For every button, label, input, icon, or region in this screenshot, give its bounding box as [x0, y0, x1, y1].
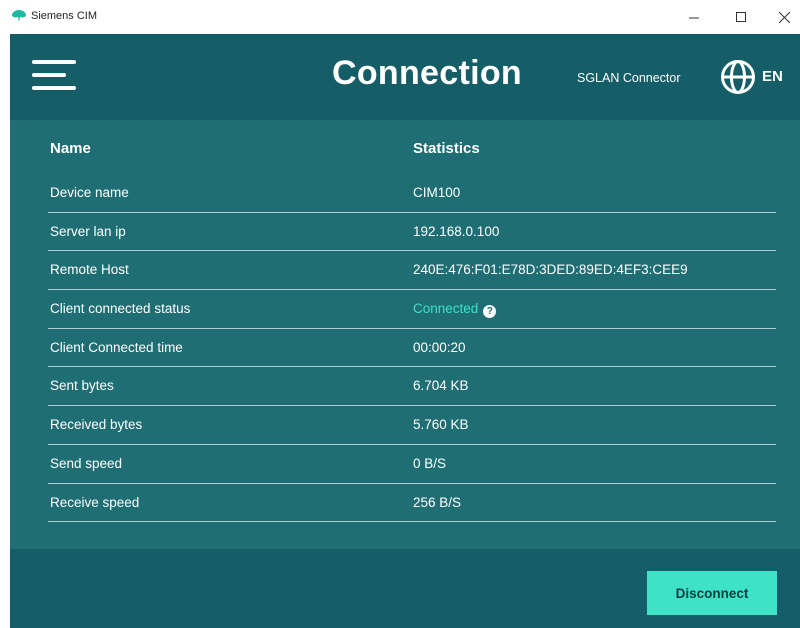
language-selector[interactable]: EN: [762, 68, 783, 85]
window-title: Siemens CIM: [31, 10, 98, 22]
globe-icon[interactable]: [720, 59, 756, 95]
table-row: Send speed 0 B/S: [48, 445, 776, 484]
table-row: Device name CIM100: [48, 174, 776, 213]
row-value: 240E:476:F01:E78D:3DED:89ED:4EF3:CEE9: [413, 262, 688, 278]
table-header: Name Statistics: [48, 130, 776, 174]
row-label: Received bytes: [50, 417, 143, 433]
table-row: Server lan ip 192.168.0.100: [48, 213, 776, 252]
row-label: Client Connected time: [50, 339, 183, 355]
row-label: Receive speed: [50, 494, 140, 510]
minimize-button[interactable]: [673, 0, 715, 34]
row-value-status: Connected?: [413, 301, 497, 319]
row-value: 00:00:20: [413, 339, 466, 355]
maximize-icon: [736, 12, 746, 22]
row-label: Device name: [50, 185, 129, 200]
app-window: Connection SGLAN Connector EN Name Stati…: [10, 34, 800, 628]
help-icon[interactable]: ?: [483, 305, 497, 319]
maximize-button[interactable]: [720, 0, 762, 34]
table-row: Receive speed 256 B/S: [48, 484, 776, 523]
page-title: Connection: [332, 54, 522, 92]
table-row: Sent bytes 6.704 KB: [48, 367, 776, 407]
table-row: Remote Host 240E:476:F01:E78D:3DED:89ED:…: [48, 251, 776, 291]
close-icon: [778, 11, 790, 23]
row-value: 5.760 KB: [413, 417, 469, 433]
header-bar: Connection SGLAN Connector EN: [10, 34, 800, 120]
row-label: Server lan ip: [50, 223, 126, 239]
statistics-table: Name Statistics Device name CIM100 Serve…: [48, 130, 776, 523]
minimize-icon: [689, 17, 699, 19]
table-row: Received bytes 5.760 KB: [48, 406, 776, 445]
row-label: Send speed: [50, 455, 123, 471]
column-header-statistics: Statistics: [413, 140, 480, 157]
row-value: CIM100: [413, 185, 461, 200]
row-label: Client connected status: [50, 301, 191, 317]
connector-label: SGLAN Connector: [577, 71, 681, 85]
window-titlebar: Siemens CIM: [0, 0, 800, 34]
row-value: 6.704 KB: [413, 378, 469, 394]
table-row: Client connected status Connected?: [48, 290, 776, 329]
disconnect-button[interactable]: Disconnect: [647, 571, 777, 615]
row-value: 0 B/S: [413, 455, 447, 471]
column-header-name: Name: [50, 140, 91, 157]
row-label: Remote Host: [50, 262, 129, 278]
row-label: Sent bytes: [50, 378, 114, 394]
hamburger-menu-icon[interactable]: [32, 58, 78, 94]
row-value: 192.168.0.100: [413, 223, 500, 239]
close-button[interactable]: [763, 0, 800, 34]
siemens-cim-app-icon: [12, 10, 26, 22]
row-value: 256 B/S: [413, 494, 462, 510]
footer-bar: Disconnect: [10, 549, 800, 628]
connection-status-text: Connected: [413, 301, 479, 317]
table-row: Client Connected time 00:00:20: [48, 329, 776, 368]
